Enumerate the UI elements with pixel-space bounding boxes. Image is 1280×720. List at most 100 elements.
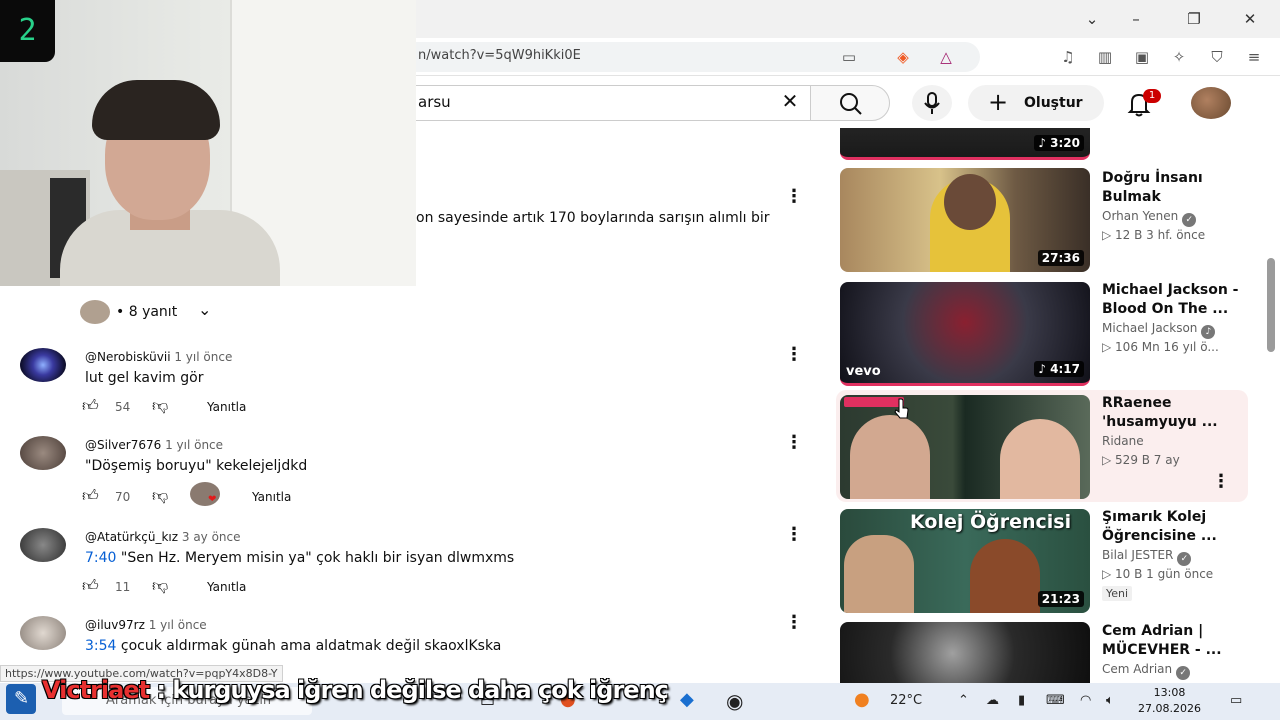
- channel-name[interactable]: Orhan Yenen: [1102, 209, 1178, 223]
- video-channel[interactable]: Michael Jackson ♪: [1102, 321, 1216, 339]
- like-icon[interactable]: 👍︎: [82, 486, 99, 506]
- close-window-button[interactable]: ✕: [1238, 8, 1262, 30]
- vpn-icon[interactable]: ⛉: [1204, 44, 1230, 70]
- comment-more-icon[interactable]: ⋮: [784, 524, 804, 545]
- wallet-icon[interactable]: ▣: [1129, 44, 1155, 70]
- dislike-icon[interactable]: 👎︎: [152, 576, 168, 596]
- brave-shield-icon[interactable]: ◈: [890, 44, 916, 70]
- thumbnail-anime-left: [844, 535, 914, 613]
- brave-rewards-icon[interactable]: △: [933, 44, 959, 70]
- search-button[interactable]: [810, 85, 890, 121]
- comment-item: @Nerobisküvii 1 yıl önce lut gel kavim g…: [20, 344, 810, 428]
- thumbnail-anime-right: [970, 539, 1040, 613]
- video-more-icon[interactable]: ⋮: [1212, 471, 1230, 492]
- url-text[interactable]: n/watch?v=5qW9hiKki0E: [418, 48, 581, 63]
- comment-more-icon[interactable]: ⋮: [784, 186, 804, 207]
- video-channel[interactable]: Ridane: [1102, 434, 1144, 448]
- comment-time[interactable]: 1 yıl önce: [149, 618, 207, 632]
- comment-author[interactable]: @Nerobisküvii: [85, 350, 171, 364]
- channel-name[interactable]: Bilal JESTER: [1102, 548, 1173, 562]
- obs-icon[interactable]: ◉: [726, 689, 743, 713]
- video-thumbnail[interactable]: vevo ♪ 4:17: [840, 282, 1090, 386]
- video-channel[interactable]: Cem Adrian ✓: [1102, 662, 1191, 680]
- volume-icon[interactable]: 🔈︎: [1106, 693, 1114, 708]
- wifi-icon[interactable]: ◠: [1080, 693, 1091, 708]
- microphone-tray-icon[interactable]: ▮: [1018, 693, 1025, 708]
- dislike-icon[interactable]: 👎︎: [152, 486, 168, 506]
- dislike-icon[interactable]: 👎︎: [152, 396, 168, 416]
- video-thumbnail[interactable]: [840, 395, 1090, 499]
- language-icon[interactable]: ⌨: [1046, 693, 1065, 708]
- like-icon[interactable]: 👍︎: [82, 576, 99, 596]
- clock-date: 27.08.2026: [1138, 702, 1201, 715]
- chat-platform-icon: ✎: [6, 684, 36, 714]
- tab-list-chevron-icon[interactable]: ⌄: [1080, 8, 1104, 30]
- video-title[interactable]: Michael Jackson - Blood On The ...: [1102, 281, 1252, 319]
- scrollbar-thumb[interactable]: [1267, 258, 1275, 352]
- notification-center-icon[interactable]: ▭: [1230, 693, 1242, 708]
- reply-button[interactable]: Yanıtla: [207, 400, 246, 414]
- leo-ai-icon[interactable]: ✧: [1166, 44, 1192, 70]
- channel-name[interactable]: Cem Adrian: [1102, 662, 1172, 676]
- comment-avatar[interactable]: [20, 616, 66, 650]
- like-count: 70: [115, 490, 131, 504]
- weather-temperature[interactable]: 22°C: [890, 693, 922, 708]
- comment-text: "Döşemiş boruyu" kekelejeljdkd: [85, 458, 308, 474]
- new-badge: Yeni: [1102, 586, 1133, 601]
- tray-chevron-icon[interactable]: ⌃: [958, 693, 969, 708]
- video-thumbnail[interactable]: 27:36: [840, 168, 1090, 272]
- comment-more-icon[interactable]: ⋮: [784, 612, 804, 633]
- video-channel[interactable]: Bilal JESTER ✓: [1102, 548, 1192, 566]
- comment-header: @iluv97rz 1 yıl önce: [85, 618, 207, 632]
- account-avatar[interactable]: [1191, 87, 1231, 119]
- video-thumbnail[interactable]: ♪ 3:20: [840, 128, 1090, 160]
- comment-author[interactable]: @Silver7676: [85, 438, 161, 452]
- sidebar-icon[interactable]: ▥: [1092, 44, 1118, 70]
- video-title[interactable]: Doğru İnsanı Bulmak: [1102, 169, 1252, 207]
- video-title[interactable]: RRaenee 'husamyuyu ...: [1102, 394, 1252, 432]
- comment-avatar[interactable]: [20, 528, 66, 562]
- video-timestamp-link[interactable]: 3:54: [85, 638, 116, 654]
- voice-search-button[interactable]: [912, 85, 952, 121]
- clear-search-icon[interactable]: ✕: [776, 89, 804, 113]
- weather-icon[interactable]: ●: [854, 689, 870, 710]
- comment-avatar[interactable]: [20, 436, 66, 470]
- comment-author[interactable]: @Atatürkçü_kız: [85, 530, 178, 544]
- heart-icon: ❤: [208, 494, 217, 505]
- verified-icon: ✓: [1176, 666, 1191, 680]
- cast-icon[interactable]: ▭: [836, 44, 862, 70]
- create-button[interactable]: + Oluştur: [968, 85, 1104, 121]
- network-icon[interactable]: ☁: [986, 693, 999, 708]
- media-icon[interactable]: ♫: [1055, 44, 1081, 70]
- replies-count-label: • 8 yanıt: [116, 304, 178, 320]
- webcam-overlay: 2: [0, 0, 416, 286]
- channel-name[interactable]: Michael Jackson: [1102, 321, 1197, 335]
- like-icon[interactable]: 👍︎: [82, 396, 99, 416]
- comment-author[interactable]: @iluv97rz: [85, 618, 145, 632]
- channel-name[interactable]: Ridane: [1102, 434, 1144, 448]
- page-scrollbar[interactable]: [1264, 128, 1278, 676]
- comment-time[interactable]: 1 yıl önce: [174, 350, 232, 364]
- comment-more-icon[interactable]: ⋮: [784, 344, 804, 365]
- video-duration: ♪ 4:17: [1034, 361, 1084, 377]
- search-input-value[interactable]: arsu: [418, 93, 451, 111]
- video-title[interactable]: Şımarık Kolej Öğrencisine ...: [1102, 508, 1252, 546]
- comment-more-icon[interactable]: ⋮: [784, 432, 804, 453]
- video-title[interactable]: Cem Adrian | MÜCEVHER - ...: [1102, 622, 1252, 660]
- video-channel[interactable]: Orhan Yenen ✓: [1102, 209, 1197, 227]
- maximize-button[interactable]: ❐: [1182, 8, 1206, 30]
- minimize-button[interactable]: –: [1124, 8, 1148, 30]
- video-thumbnail[interactable]: [840, 622, 1090, 688]
- video-timestamp-link[interactable]: 7:40: [85, 550, 116, 566]
- reply-button[interactable]: Yanıtla: [252, 490, 291, 504]
- comment-time[interactable]: 1 yıl önce: [165, 438, 223, 452]
- reply-author-avatar: [80, 300, 110, 324]
- menu-icon[interactable]: ≡: [1241, 44, 1267, 70]
- comment-time[interactable]: 3 ay önce: [182, 530, 241, 544]
- comment-avatar[interactable]: [20, 348, 66, 382]
- taskbar-clock[interactable]: 13:08 27.08.2026: [1138, 685, 1201, 717]
- comment-header: @Silver7676 1 yıl önce: [85, 438, 223, 452]
- reply-button[interactable]: Yanıtla: [207, 580, 246, 594]
- taskbar-app-icon[interactable]: ◆: [680, 689, 694, 710]
- video-thumbnail[interactable]: Kolej Öğrencisi 21:23: [840, 509, 1090, 613]
